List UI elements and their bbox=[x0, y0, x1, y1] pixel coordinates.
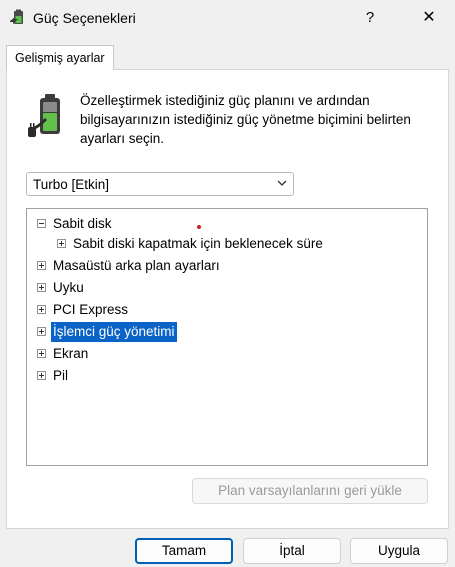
tree-item-label: Masaüstü arka plan ayarları bbox=[53, 258, 220, 273]
expand-icon[interactable] bbox=[37, 283, 46, 292]
tree-item-label: Pil bbox=[53, 368, 69, 383]
tree-item-label: Sabit diski kapatmak için beklenecek sür… bbox=[73, 236, 323, 251]
tree-item-label: Uyku bbox=[53, 280, 84, 295]
tree-item-label: Sabit disk bbox=[53, 216, 112, 231]
power-plan-value: Turbo [Etkin] bbox=[33, 177, 110, 192]
expand-icon[interactable] bbox=[37, 261, 46, 270]
close-button[interactable]: ✕ bbox=[411, 4, 447, 32]
expand-icon[interactable] bbox=[57, 239, 66, 248]
apply-button[interactable]: Uygula bbox=[350, 538, 448, 564]
battery-plug-icon bbox=[28, 94, 60, 137]
expand-icon[interactable] bbox=[37, 305, 46, 314]
expand-icon[interactable] bbox=[37, 371, 46, 380]
help-button[interactable]: ? bbox=[354, 4, 386, 32]
power-options-icon bbox=[10, 9, 23, 24]
collapse-icon[interactable] bbox=[37, 219, 46, 228]
settings-tree[interactable]: Sabit disk Sabit diski kapatmak için bek… bbox=[26, 208, 428, 466]
tree-item-label-selected: İşlemci güç yönetimi bbox=[51, 322, 177, 342]
cancel-button[interactable]: İptal bbox=[243, 538, 341, 564]
cursor-indicator-dot bbox=[197, 225, 201, 229]
ok-button[interactable]: Tamam bbox=[135, 538, 233, 564]
restore-plan-defaults-button[interactable]: Plan varsayılanlarını geri yükle bbox=[192, 478, 428, 504]
tree-item-label: Ekran bbox=[53, 346, 89, 361]
expand-icon[interactable] bbox=[37, 349, 46, 358]
window-title: Güç Seçenekleri bbox=[33, 10, 136, 26]
expand-icon[interactable] bbox=[37, 327, 46, 336]
power-plan-select[interactable]: Turbo [Etkin] bbox=[26, 172, 294, 196]
description-text: Özelleştirmek istediğiniz güç planını ve… bbox=[80, 93, 411, 146]
tree-item-label: PCI Express bbox=[53, 302, 129, 317]
tab-advanced-settings[interactable]: Gelişmiş ayarlar bbox=[6, 45, 114, 70]
title-bar: Güç Seçenekleri ? ✕ bbox=[0, 0, 455, 36]
chevron-down-icon bbox=[277, 180, 287, 186]
